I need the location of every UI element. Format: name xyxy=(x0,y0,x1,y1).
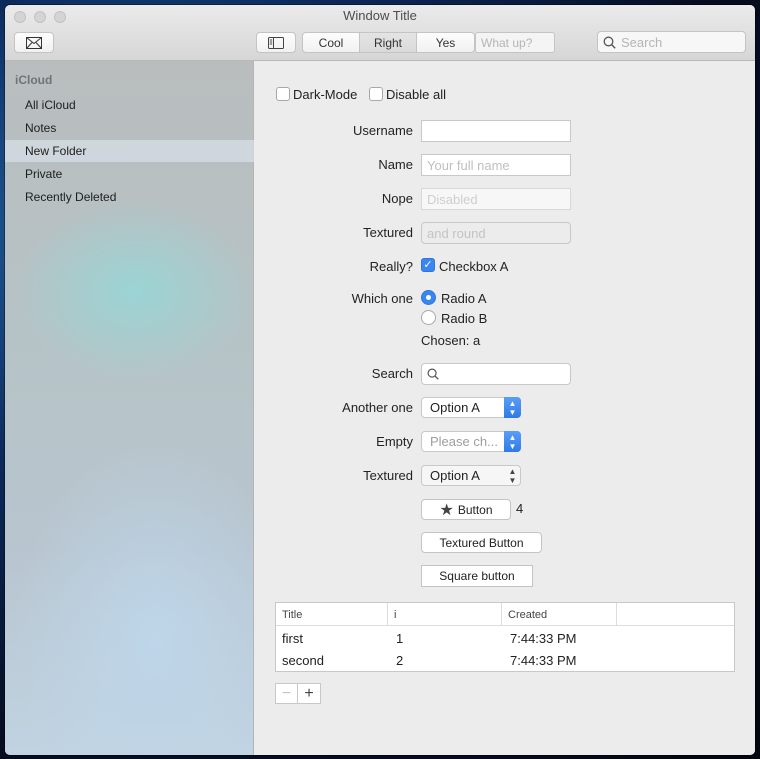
chevron-updown-icon: ▲ ▼ xyxy=(504,431,521,452)
radio-a[interactable] xyxy=(421,290,436,305)
table-cell-title: first xyxy=(282,630,303,646)
table-row[interactable]: first 1 7:44:33 PM xyxy=(276,627,734,649)
segmented-control: Cool Right Yes xyxy=(302,32,475,53)
segment-yes[interactable]: Yes xyxy=(417,33,474,52)
main-content: Dark-Mode Disable all Username Name Your… xyxy=(255,61,755,755)
sidebar: iCloud All iCloud Notes New Folder Priva… xyxy=(5,61,254,755)
table-cell-title: second xyxy=(282,652,324,668)
search-input[interactable] xyxy=(421,363,571,385)
empty-placeholder: Please ch... xyxy=(430,434,498,449)
table-row[interactable]: second 2 7:44:33 PM xyxy=(276,649,734,671)
textured-button[interactable]: Textured Button xyxy=(421,532,542,553)
chosen-text: Chosen: a xyxy=(421,333,481,348)
table-cell-i: 1 xyxy=(396,630,404,646)
data-table: Title i Created first 1 7:44:33 PM secon… xyxy=(275,602,735,672)
sidebar-toggle-icon xyxy=(268,36,284,49)
search-icon xyxy=(603,36,616,49)
sidebar-item-all-icloud[interactable]: All iCloud xyxy=(5,94,254,116)
radio-b-label: Radio B xyxy=(441,311,488,326)
sidebar-toggle-button[interactable] xyxy=(256,32,296,53)
another-one-popup[interactable]: Option A ▲ ▼ xyxy=(421,397,521,418)
search-label: Search xyxy=(371,366,413,381)
textured-label: Textured xyxy=(363,225,413,240)
sidebar-item-private[interactable]: Private xyxy=(5,163,254,185)
another-one-value: Option A xyxy=(430,400,480,415)
star-count: 4 xyxy=(516,501,524,516)
titlebar: Window Title Cool Right Yes What up? Sea… xyxy=(5,5,755,61)
add-row-button[interactable]: + xyxy=(298,684,320,703)
textured-popup[interactable]: Option A ▲ ▼ xyxy=(421,465,521,486)
empty-popup[interactable]: Please ch... ▲ ▼ xyxy=(421,431,521,452)
textured-popup-label: Textured xyxy=(363,468,413,483)
table-cell-i: 2 xyxy=(396,652,404,668)
which-one-label: Which one xyxy=(351,291,413,306)
search-icon xyxy=(427,368,439,380)
column-header-i[interactable]: i xyxy=(388,603,502,626)
envelope-icon xyxy=(26,36,42,49)
search-placeholder: Search xyxy=(621,34,663,50)
chevron-updown-icon: ▲ ▼ xyxy=(508,466,517,485)
star-button-label: Button xyxy=(457,502,493,517)
radio-b[interactable] xyxy=(421,310,436,325)
nope-field: Disabled xyxy=(421,188,571,210)
table-add-remove-controls: − + xyxy=(275,683,321,704)
square-button[interactable]: Square button xyxy=(421,565,533,587)
table-cell-created: 7:44:33 PM xyxy=(510,652,577,668)
username-label: Username xyxy=(353,123,413,138)
dark-mode-checkbox[interactable] xyxy=(276,87,290,101)
star-icon: ★ xyxy=(439,501,454,519)
sidebar-header: iCloud xyxy=(15,73,53,87)
textured-field[interactable]: and round xyxy=(421,222,571,244)
segment-right[interactable]: Right xyxy=(360,33,417,52)
sidebar-item-notes[interactable]: Notes xyxy=(5,117,254,139)
name-field[interactable]: Your full name xyxy=(421,154,571,176)
star-button[interactable]: ★ Button xyxy=(421,499,511,520)
remove-row-button[interactable]: − xyxy=(276,684,298,703)
empty-label: Empty xyxy=(376,434,413,449)
table-cell-created: 7:44:33 PM xyxy=(510,630,577,646)
name-label: Name xyxy=(378,157,413,172)
disable-all-checkbox[interactable] xyxy=(369,87,383,101)
checkbox-a-label: Checkbox A xyxy=(439,259,509,274)
column-header-title[interactable]: Title xyxy=(276,603,388,626)
chevron-updown-icon: ▲ ▼ xyxy=(504,397,521,418)
checkbox-a[interactable]: ✓ xyxy=(421,258,435,272)
window-title: Window Title xyxy=(343,8,417,23)
app-window: Window Title Cool Right Yes What up? Sea… xyxy=(5,5,755,755)
textured-popup-value: Option A xyxy=(430,468,480,483)
sidebar-item-recently-deleted[interactable]: Recently Deleted xyxy=(5,186,254,208)
another-one-label: Another one xyxy=(342,400,413,415)
toolbar-search-field[interactable]: Search xyxy=(597,31,746,53)
compose-mail-button[interactable] xyxy=(14,32,54,53)
column-header-created[interactable]: Created xyxy=(502,603,617,626)
table-header: Title i Created xyxy=(276,603,734,626)
nope-label: Nope xyxy=(381,191,413,206)
really-label: Really? xyxy=(369,259,413,274)
what-up-field[interactable]: What up? xyxy=(475,32,555,53)
disable-all-label: Disable all xyxy=(386,87,446,102)
radio-a-label: Radio A xyxy=(441,291,487,306)
username-field[interactable] xyxy=(421,120,571,142)
dark-mode-label: Dark-Mode xyxy=(293,87,358,102)
sidebar-item-new-folder[interactable]: New Folder xyxy=(5,140,254,162)
segment-cool[interactable]: Cool xyxy=(303,33,360,52)
